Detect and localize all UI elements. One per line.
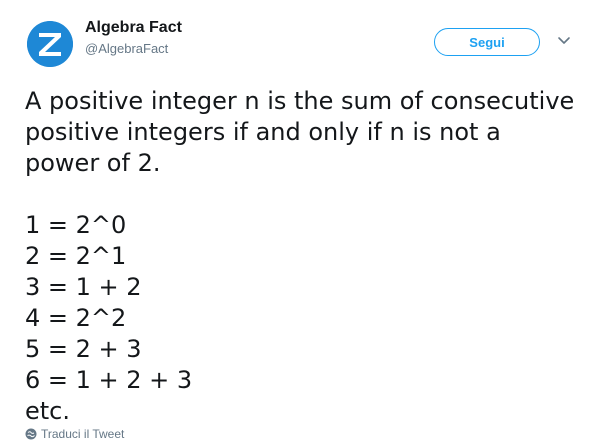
avatar[interactable]	[27, 21, 73, 67]
tweet-line: 3 = 1 + 2	[25, 273, 142, 301]
translate-label: Traduci il Tweet	[41, 427, 125, 441]
algebra-fact-logo-icon	[27, 21, 73, 67]
tweet-line: 6 = 1 + 2 + 3	[25, 366, 193, 394]
tweet-line: 5 = 2 + 3	[25, 335, 142, 363]
tweet-line: positive integers if and only if n is no…	[25, 118, 501, 146]
tweet-text: A positive integer n is the sum of conse…	[25, 86, 585, 427]
follow-button[interactable]: Segui	[434, 28, 540, 56]
tweet-card: Algebra Fact @AlgebraFact Segui A positi…	[0, 0, 600, 448]
display-name[interactable]: Algebra Fact	[85, 19, 182, 37]
tweet-line: 4 = 2^2	[25, 304, 127, 332]
tweet-line: 1 = 2^0	[25, 211, 127, 239]
chevron-down-icon	[558, 37, 570, 44]
translate-tweet-link[interactable]: Traduci il Tweet	[25, 427, 124, 441]
tweet-line: 2 = 2^1	[25, 242, 127, 270]
user-handle[interactable]: @AlgebraFact	[85, 41, 168, 56]
globe-icon	[25, 428, 37, 440]
tweet-menu-button[interactable]	[557, 36, 571, 46]
tweet-line: etc.	[25, 397, 70, 425]
tweet-line: power of 2.	[25, 149, 161, 177]
tweet-line: A positive integer n is the sum of conse…	[25, 87, 575, 115]
